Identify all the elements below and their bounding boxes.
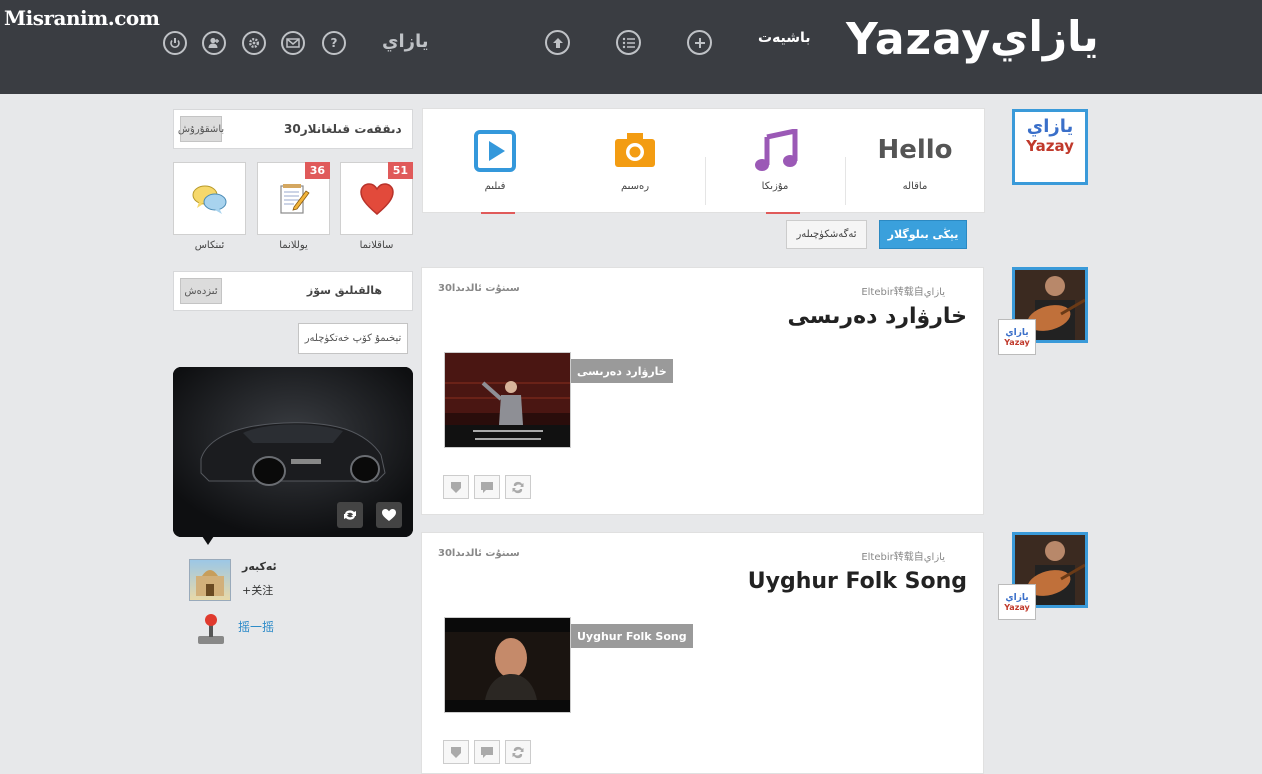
tab-music-indicator [766,212,800,214]
brand-small[interactable]: يازاي [382,31,429,52]
tab-article[interactable]: Hello ماقالە [845,109,985,214]
hello-text-icon: Hello [877,135,953,165]
like-icon[interactable] [443,740,469,764]
site-avatar[interactable]: يازاي Yazay [1012,109,1088,185]
plus-icon[interactable] [687,30,712,55]
gear-icon[interactable] [242,31,266,55]
top-bar: Misranim.com ? يازاي باشيەت Yazay يازاي [0,0,1262,94]
post-mini-logo-arabic: يازاي [1005,327,1029,338]
music-note-icon [755,129,798,171]
chat-bubbles-icon [192,185,226,214]
manage-button[interactable]: باشقۇرۇش [178,116,224,142]
like-icon[interactable] [376,502,402,528]
comment-icon[interactable] [474,475,500,499]
notepad-icon [279,183,310,214]
follow-link[interactable]: +关注 [242,582,273,598]
post-time: 30سىنۇت ئالدىدا [438,283,520,294]
site-avatar-arabic: يازاي [1026,116,1074,137]
repost-icon[interactable] [505,475,531,499]
tile-posts[interactable]: 36 [257,162,330,235]
promo-user-name[interactable]: ئەكبەر [242,560,277,573]
upload-icon[interactable] [545,30,570,55]
repost-icon[interactable] [337,502,363,528]
tab-photo[interactable]: رەسىم [565,109,705,214]
promo-avatar[interactable] [189,559,231,601]
watermark: Misranim.com [4,6,160,30]
heart-icon [359,182,394,215]
joystick-icon [195,612,227,650]
posts-badge: 36 [304,162,330,179]
post-mini-logo-latin: Yazay [1004,602,1030,612]
more-tags-button[interactable]: تېخىمۇ كۆپ خەتكۈچلەر [298,323,408,354]
post-card: 30سىنۇت ئالدىدا Eltebir转载自يازاي خارۋارد … [421,267,984,515]
shake-link[interactable]: 摇一摇 [238,618,274,635]
post-caption: Uyghur Folk Song [571,624,693,648]
post-source[interactable]: Eltebir转载自يازاي [861,283,945,298]
post-thumbnail[interactable] [444,617,571,713]
tile-posts-label: يوللانما [279,240,308,251]
mail-icon[interactable] [281,31,305,55]
home-link[interactable]: باشيەت [758,30,811,46]
tile-comments[interactable] [173,162,246,235]
repost-icon[interactable] [505,740,531,764]
logo-latin[interactable]: Yazay [846,14,991,65]
post-time: 30سىنۇت ئالدىدا [438,548,520,559]
help-glyph: ? [330,36,338,50]
post-mini-logo: يازاي Yazay [998,584,1036,620]
tile-comments-label: ئىنكاس [194,240,225,251]
post-title[interactable]: خارۋارد دەرىسى [788,304,967,329]
post-card: 30سىنۇت ئالدىدا Eltebir转载自يازاي Uyghur F… [421,532,984,774]
post-source[interactable]: Eltebir转载自يازاي [861,548,945,563]
help-icon[interactable]: ? [322,31,346,55]
keyword-label: ھالقىلىق سۆز [306,284,382,297]
play-icon [474,130,516,172]
tab-article-label: ماقالە [902,181,928,192]
post-mini-logo-latin: Yazay [1004,337,1030,347]
tab-music[interactable]: مۇزىكا [705,109,845,214]
tile-favorites[interactable]: 51 [340,162,413,235]
post-mini-logo-arabic: يازاي [1005,592,1029,603]
post-thumbnail[interactable] [444,352,571,448]
post-title[interactable]: Uyghur Folk Song [748,569,967,594]
tab-video-label: فىلىم [484,181,506,192]
comment-icon[interactable] [474,740,500,764]
new-blogs-button[interactable]: يېڭى بىلوگلار [879,220,967,249]
camera-icon [615,133,655,167]
tab-video-indicator [481,212,515,214]
tile-favorites-label: ساقلانما [359,240,394,251]
tab-music-label: مۇزىكا [761,181,789,192]
like-icon[interactable] [443,475,469,499]
post-type-tabs: Hello ماقالە مۇزىكا رەسىم فىلىم [422,108,985,214]
logo-arabic[interactable]: يازاي [990,12,1099,61]
tab-video[interactable]: فىلىم [425,109,565,214]
power-icon[interactable] [163,31,187,55]
promo-pointer [202,536,214,545]
search-button[interactable]: ئىزدەش [180,278,222,304]
add-user-icon[interactable] [202,31,226,55]
site-avatar-latin: Yazay [1026,137,1074,155]
favorites-badge: 51 [387,162,413,179]
post-mini-logo: يازاي Yazay [998,319,1036,355]
followers-button[interactable]: ئەگەشكۈچىلەر [786,220,867,249]
list-icon[interactable] [616,30,641,55]
post-caption: خارۋارد دەرىسى [571,359,673,383]
followers-stat[interactable]: دىققەت قىلغانلار30 [284,122,402,136]
tab-photo-label: رەسىم [620,181,650,192]
